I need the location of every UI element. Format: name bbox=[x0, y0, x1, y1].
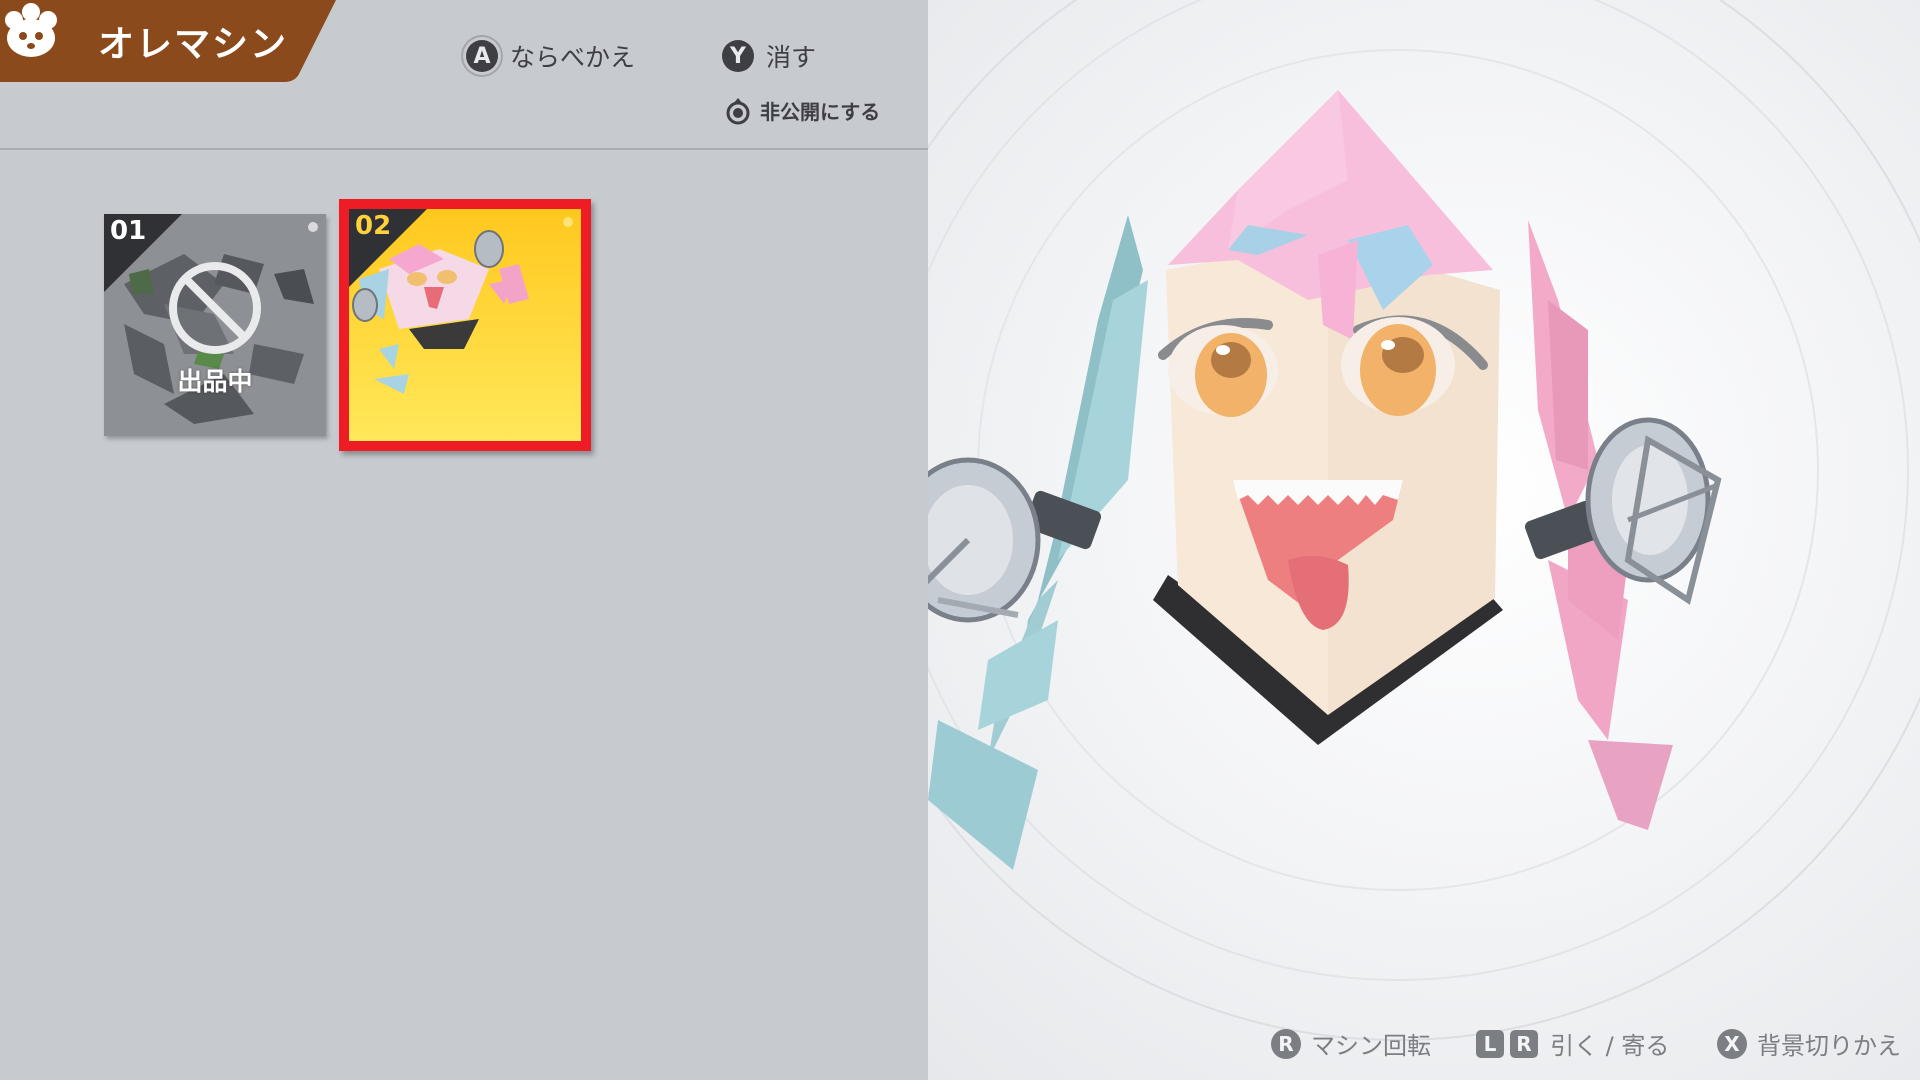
listed-status-label: 出品中 bbox=[177, 367, 253, 396]
r-button-icon: R bbox=[1510, 1029, 1538, 1058]
x-button-icon: X bbox=[1717, 1028, 1747, 1059]
machine-slot-01[interactable]: 01 出品中 bbox=[104, 214, 326, 436]
stick-press-icon bbox=[726, 97, 750, 124]
slot-number: 01 bbox=[110, 216, 147, 246]
a-button-icon: A bbox=[466, 40, 498, 72]
slot-number: 02 bbox=[355, 211, 392, 241]
header-divider bbox=[0, 148, 928, 150]
slot-indicator-dot bbox=[308, 222, 318, 232]
y-button-icon: Y bbox=[722, 40, 754, 72]
l-button-icon: L bbox=[1476, 1029, 1504, 1058]
slot-indicator-dot bbox=[563, 217, 573, 227]
make-private-button[interactable]: 非公開にする bbox=[726, 96, 880, 125]
delete-button[interactable]: Y 消す bbox=[722, 38, 816, 74]
machine-3d-model bbox=[928, 0, 1920, 1041]
machine-preview-viewer[interactable]: R マシン回転 L R 引く / 寄る X 背景切りかえ bbox=[928, 0, 1920, 1080]
rotate-machine-hint: R マシン回転 bbox=[1271, 1026, 1431, 1061]
zoom-hint: L R 引く / 寄る bbox=[1476, 1026, 1669, 1061]
switch-background-label: 背景切りかえ bbox=[1757, 1032, 1901, 1060]
switch-background-hint: X 背景切りかえ bbox=[1717, 1026, 1901, 1061]
make-private-label: 非公開にする bbox=[760, 100, 881, 124]
machine-list-panel: オレマシン A ならべかえ Y 消す 非公開にする 01 出品中 02 bbox=[0, 0, 928, 1080]
delete-label: 消す bbox=[766, 43, 817, 72]
prohibited-icon bbox=[169, 262, 261, 354]
machine-slot-02[interactable]: 02 bbox=[339, 199, 591, 451]
rotate-label: マシン回転 bbox=[1311, 1032, 1431, 1060]
zoom-label: 引く / 寄る bbox=[1550, 1032, 1670, 1060]
r-stick-icon: R bbox=[1271, 1028, 1301, 1059]
cat-paw-badge-icon bbox=[5, 3, 57, 57]
sort-button[interactable]: A ならべかえ bbox=[466, 38, 635, 74]
page-title: オレマシン bbox=[98, 24, 289, 65]
sort-label: ならべかえ bbox=[510, 43, 636, 72]
title-tab: オレマシン bbox=[0, 0, 336, 82]
